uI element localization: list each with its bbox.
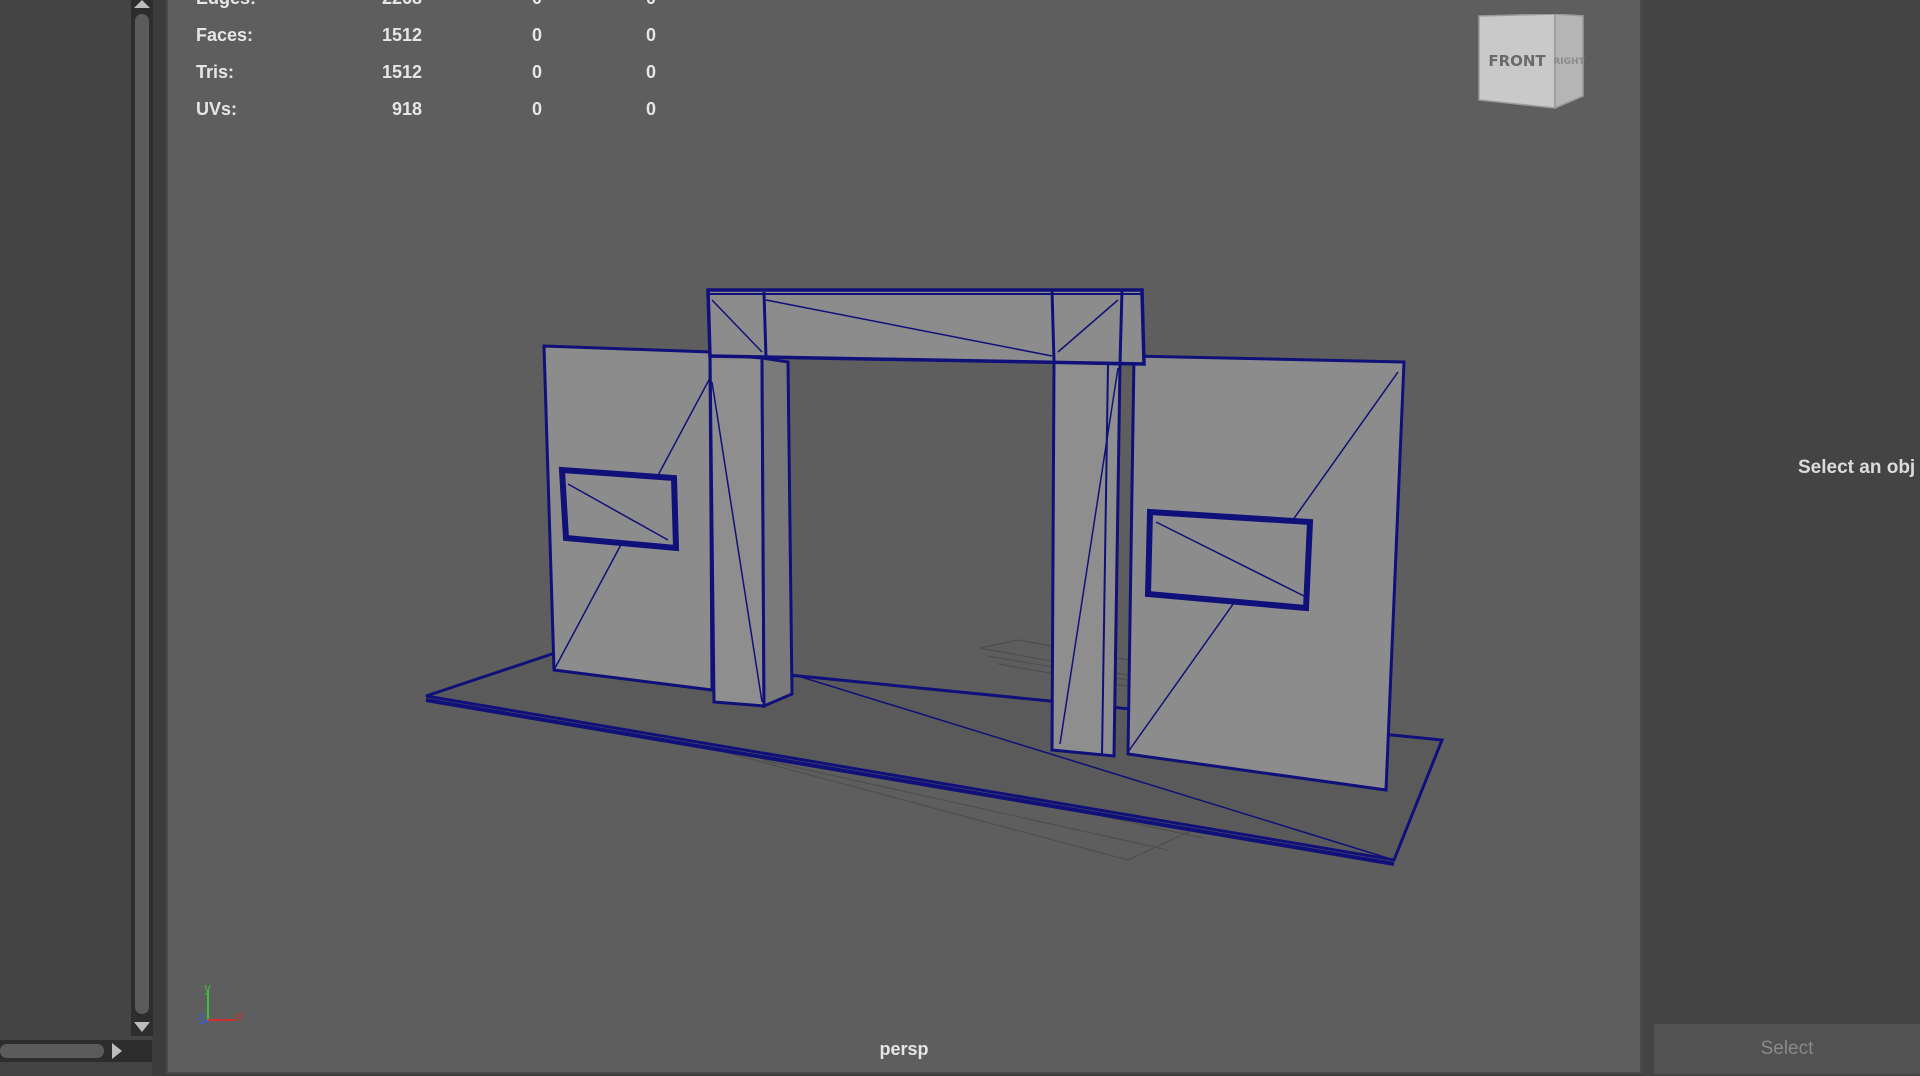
view-cube-right-label[interactable]: RIGHT [1553, 57, 1585, 67]
hud-value: 0 [646, 0, 656, 9]
left-panel [0, 0, 153, 1076]
horizontal-scrollbar[interactable] [0, 1040, 152, 1062]
axis-y-label: y [204, 981, 211, 995]
hud-row-faces: Faces: 1512 0 0 [196, 25, 656, 49]
axis-gizmo-icon: y x z [198, 981, 243, 1025]
scroll-up-arrow-icon[interactable] [134, 0, 150, 8]
view-cube-front-label[interactable]: FRONT [1488, 52, 1546, 70]
viewport-persp[interactable]: Edges: 2268 0 0 Faces: 1512 0 0 Tris: 15… [166, 0, 1642, 1074]
axis-z-label: z [198, 1010, 204, 1023]
scroll-down-arrow-icon[interactable] [134, 1022, 150, 1032]
horizontal-scrollbar-thumb[interactable] [0, 1044, 104, 1058]
hud-value: 0 [531, 25, 542, 45]
vertical-scrollbar-thumb[interactable] [135, 14, 149, 1014]
view-cube-icon[interactable]: FRONT RIGHT [1471, 14, 1591, 114]
hud-value: 0 [645, 25, 656, 45]
scene-mesh[interactable] [168, 0, 1640, 1072]
hud-value: 0 [532, 0, 542, 9]
select-object-message: Select an obj [1798, 457, 1916, 478]
attribute-panel: Select an obj Select [1642, 0, 1920, 1076]
hud-value: 0 [531, 99, 542, 119]
hud-value: 0 [531, 62, 542, 82]
select-button[interactable]: Select [1654, 1024, 1920, 1074]
hud-row-tris: Tris: 1512 0 0 [196, 62, 656, 86]
left-pillar-front[interactable] [708, 352, 766, 708]
right-window-frame [1144, 508, 1314, 612]
hud-value: 0 [645, 62, 656, 82]
hud-label: Faces: [196, 25, 254, 45]
hud-row-uvs: UVs: 918 0 0 [196, 99, 656, 123]
hud-row-edges: Edges: 2268 0 0 [196, 0, 656, 12]
hud-label: UVs: [196, 99, 238, 119]
hud-label: Tris: [196, 62, 235, 82]
camera-name-label: persp [879, 1039, 929, 1059]
hud-value: 1512 [381, 62, 422, 82]
hud-value: 918 [391, 99, 422, 119]
hud-label: Edges: [196, 0, 256, 9]
hud-value: 2268 [382, 0, 422, 9]
axis-x-label: x [236, 1009, 243, 1023]
vertical-scrollbar[interactable] [131, 0, 153, 1036]
left-window-frame [558, 466, 680, 552]
hud-value: 1512 [381, 25, 422, 45]
scroll-right-arrow-icon[interactable] [112, 1043, 122, 1059]
hud-value: 0 [645, 99, 656, 119]
